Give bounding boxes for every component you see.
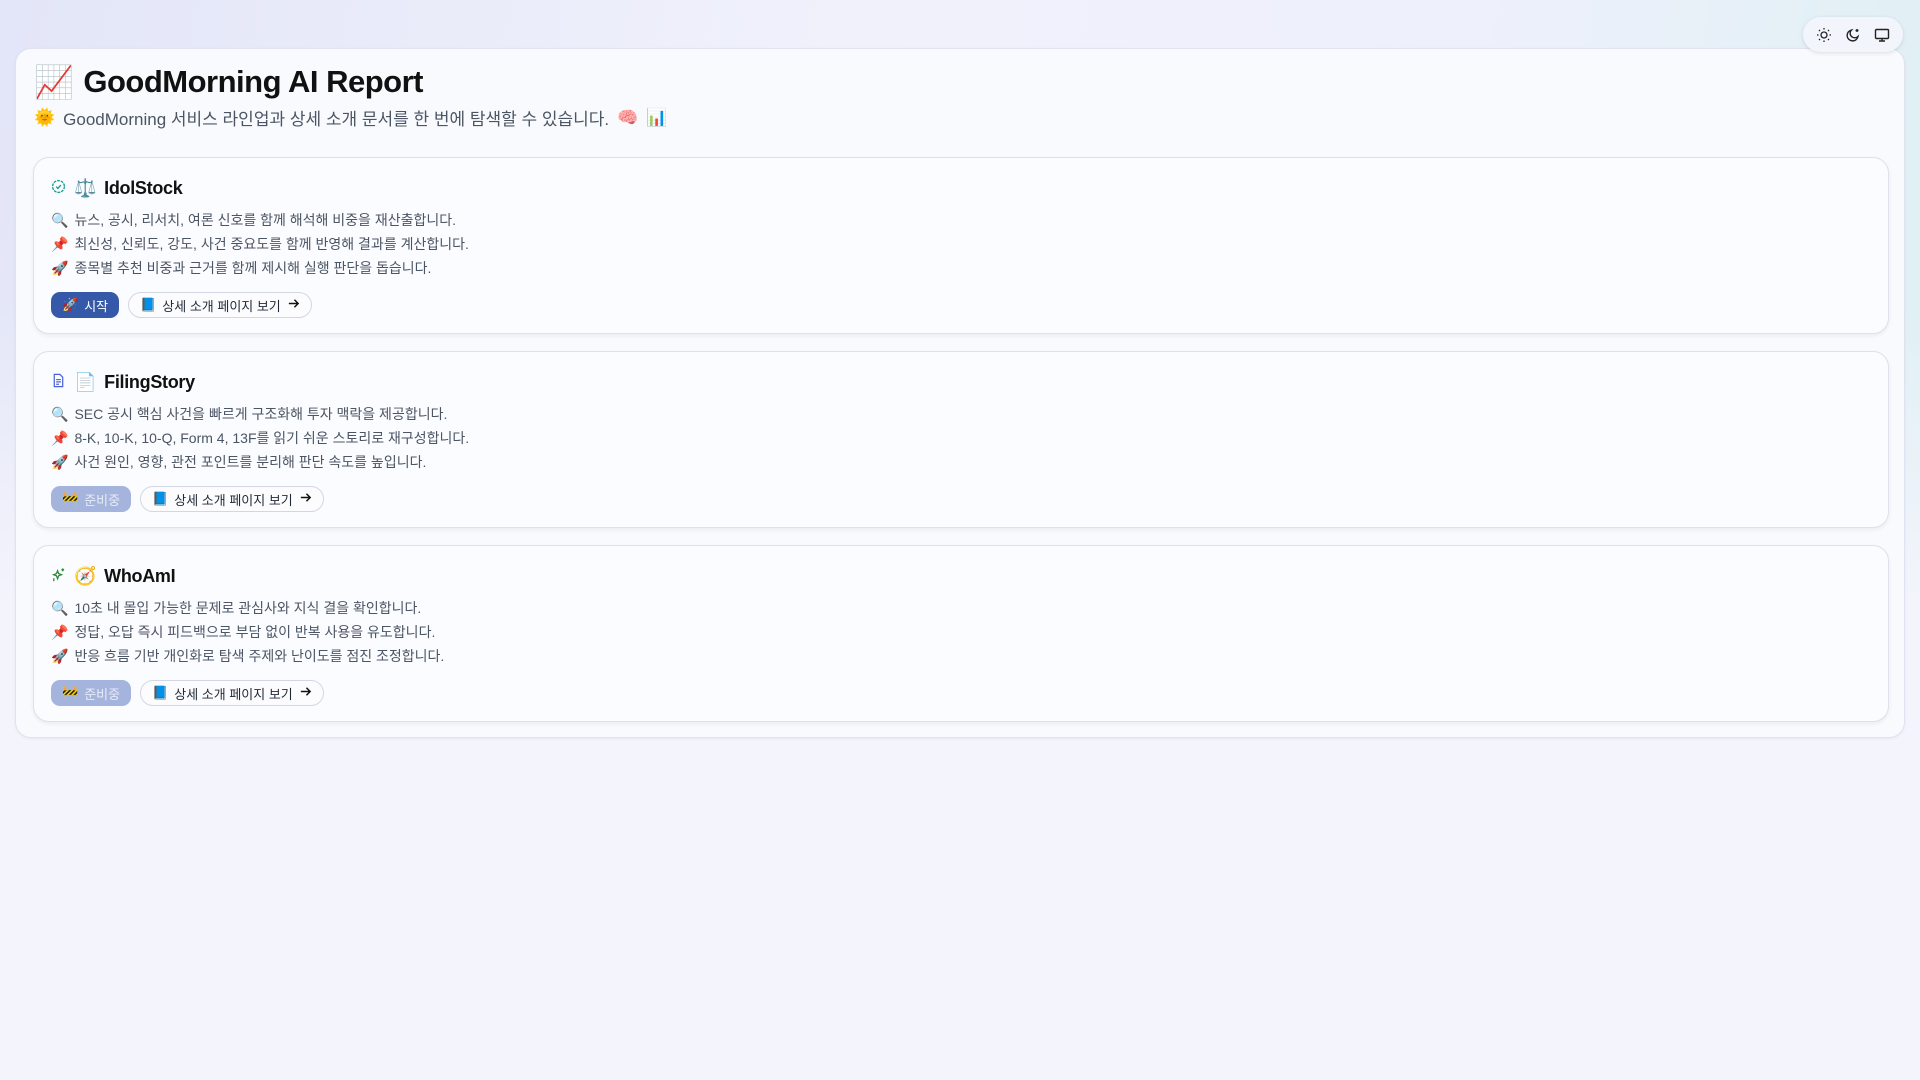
file-text-icon [51, 372, 66, 393]
bullet-emoji-icon: 🚀 [51, 648, 69, 664]
detail-label: 상세 소개 페이지 보기 [174, 492, 293, 508]
status-emoji-icon: 🚧 [62, 491, 79, 506]
bullet-emoji-icon: 🚀 [51, 260, 69, 276]
card-name: FilingStory [104, 371, 195, 392]
card-emoji-icon: 🧭 [74, 565, 97, 586]
status-label: 시작 [84, 298, 109, 314]
book-icon: 📘 [152, 491, 169, 506]
detail-page-button[interactable]: 📘 상세 소개 페이지 보기 [140, 680, 324, 706]
bullet-emoji-icon: 📌 [51, 430, 69, 446]
sun-icon[interactable] [1813, 24, 1835, 46]
status-emoji-icon: 🚀 [62, 297, 79, 312]
card-name: IdolStock [104, 177, 183, 198]
subtitle-text: GoodMorning 서비스 라인업과 상세 소개 문서를 한 번에 탐색할 … [63, 110, 610, 129]
chart-emoji-icon: 📈 [34, 64, 74, 100]
book-icon: 📘 [140, 297, 157, 312]
arrow-right-icon [299, 491, 312, 507]
sun-emoji-icon: 🌞 [34, 107, 56, 127]
card-title: ⚖️ IdolStock [51, 176, 1871, 200]
bullet-text: 10초 내 몰입 가능한 문제로 관심사와 지식 결을 확인합니다. [74, 600, 422, 616]
bullet-text: 8-K, 10-K, 10-Q, Form 4, 13F를 읽기 쉬운 스토리로… [74, 430, 470, 446]
bullet-text: 반응 흐름 기반 개인화로 탐색 주제와 난이도를 점진 조정합니다. [74, 648, 445, 664]
detail-label: 상세 소개 페이지 보기 [174, 686, 293, 702]
list-item: 🔍 SEC 공시 핵심 사건을 빠르게 구조화해 투자 맥락을 제공합니다. [51, 402, 1871, 426]
status-emoji-icon: 🚧 [62, 685, 79, 700]
book-icon: 📘 [152, 685, 169, 700]
main-panel: 📈 GoodMorning AI Report 🌞 GoodMorning 서비스 … [15, 48, 1905, 738]
status-badge: 🚧 준비중 [51, 680, 132, 706]
bullet-emoji-icon: 🔍 [51, 406, 69, 422]
title-text: GoodMorning AI Report [83, 64, 423, 99]
card-title: 🧭 WhoAmI [51, 564, 1871, 588]
list-item: 🚀 종목별 추천 비중과 근거를 함께 제시해 실행 판단을 돕습니다. [51, 256, 1871, 280]
bullet-text: 정답, 오답 즉시 피드백으로 부담 없이 반복 사용을 유도합니다. [74, 624, 436, 640]
arrow-right-icon [299, 685, 312, 701]
bullet-emoji-icon: 📌 [51, 236, 69, 252]
status-label: 준비중 [84, 686, 121, 702]
bullet-emoji-icon: 🔍 [51, 212, 69, 228]
card-title: 📄 FilingStory [51, 370, 1871, 394]
bullet-text: 종목별 추천 비중과 근거를 함께 제시해 실행 판단을 돕습니다. [74, 260, 432, 276]
status-badge: 🚧 준비중 [51, 486, 132, 512]
card-emoji-icon: 📄 [74, 371, 97, 392]
service-card: 🧭 WhoAmI 🔍 10초 내 몰입 가능한 문제로 관심사와 지식 결을 확인합니… [33, 545, 1889, 722]
monitor-icon[interactable] [1871, 24, 1893, 46]
list-item: 📌 8-K, 10-K, 10-Q, Form 4, 13F를 읽기 쉬운 스토리… [51, 426, 1871, 450]
bullet-text: 뉴스, 공시, 리서치, 여론 신호를 함께 해석해 비중을 재산출합니다. [74, 212, 456, 228]
arrow-right-icon [287, 297, 300, 313]
service-card: ⚖️ IdolStock 🔍 뉴스, 공시, 리서치, 여론 신호를 함께 해석해 비… [33, 157, 1889, 334]
moon-icon[interactable] [1842, 24, 1864, 46]
detail-page-button[interactable]: 📘 상세 소개 페이지 보기 [128, 292, 312, 318]
detail-label: 상세 소개 페이지 보기 [162, 298, 281, 314]
start-button[interactable]: 🚀 시작 [51, 292, 120, 318]
list-item: 🚀 반응 흐름 기반 개인화로 탐색 주제와 난이도를 점진 조정합니다. [51, 644, 1871, 668]
status-label: 준비중 [84, 492, 121, 508]
bullet-text: 최신성, 신뢰도, 강도, 사건 중요도를 함께 반영해 결과를 계산합니다. [74, 236, 469, 252]
card-name: WhoAmI [104, 565, 176, 586]
page-title: 📈 GoodMorning AI Report [34, 63, 423, 101]
list-item: 📌 최신성, 신뢰도, 강도, 사건 중요도를 함께 반영해 결과를 계산합니다. [51, 232, 1871, 256]
page-subtitle: 🌞 GoodMorning 서비스 라인업과 상세 소개 문서를 한 번에 탐색할… [34, 105, 667, 130]
list-item: 🚀 사건 원인, 영향, 관전 포인트를 분리해 판단 속도를 높입니다. [51, 450, 1871, 474]
list-item: 📌 정답, 오답 즉시 피드백으로 부담 없이 반복 사용을 유도합니다. [51, 620, 1871, 644]
bullet-emoji-icon: 📌 [51, 624, 69, 640]
sparkles-icon [51, 566, 66, 587]
bar-chart-emoji-icon: 📊 [646, 107, 668, 127]
card-emoji-icon: ⚖️ [74, 177, 97, 198]
bullet-text: 사건 원인, 영향, 관전 포인트를 분리해 판단 속도를 높입니다. [74, 454, 427, 470]
service-card: 📄 FilingStory 🔍 SEC 공시 핵심 사건을 빠르게 구조화해 투자 맥… [33, 351, 1889, 528]
brain-emoji-icon: 🧠 [617, 107, 639, 127]
detail-page-button[interactable]: 📘 상세 소개 페이지 보기 [140, 486, 324, 512]
bullet-emoji-icon: 🔍 [51, 600, 69, 616]
badge-check-icon [51, 178, 66, 199]
bullet-text: SEC 공시 핵심 사건을 빠르게 구조화해 투자 맥락을 제공합니다. [74, 406, 448, 422]
list-item: 🔍 10초 내 몰입 가능한 문제로 관심사와 지식 결을 확인합니다. [51, 596, 1871, 620]
bullet-emoji-icon: 🚀 [51, 454, 69, 470]
list-item: 🔍 뉴스, 공시, 리서치, 여론 신호를 함께 해석해 비중을 재산출합니다. [51, 208, 1871, 232]
theme-toggle [1803, 17, 1903, 52]
